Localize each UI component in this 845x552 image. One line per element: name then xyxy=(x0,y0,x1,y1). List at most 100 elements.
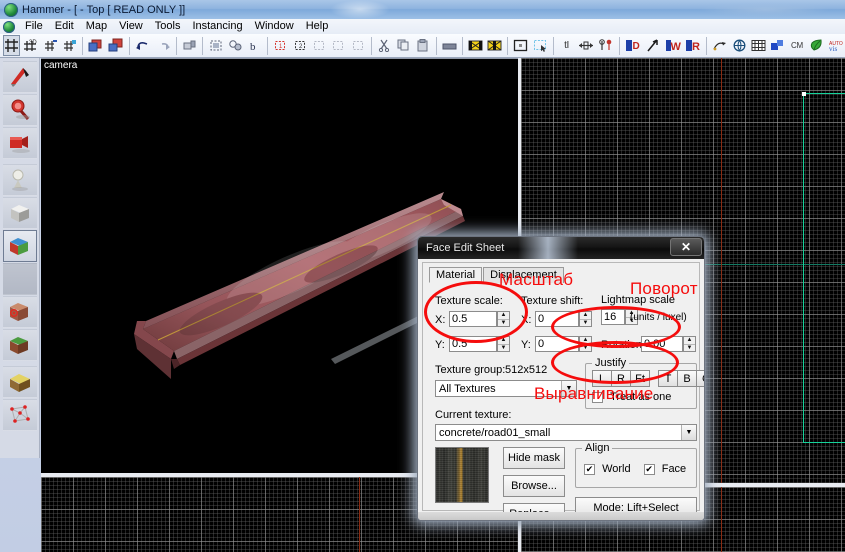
model-browser-icon[interactable] xyxy=(730,35,747,56)
browse-button[interactable]: Browse... xyxy=(503,475,565,497)
main-toolbar: 3D b 1 2 tI D W R CM AUTO vis xyxy=(0,34,845,58)
texture-application-icon[interactable] xyxy=(467,35,484,56)
tab-displacement[interactable]: Displacement xyxy=(483,267,564,283)
selected-brush-outline[interactable] xyxy=(803,93,845,443)
menu-item-help[interactable]: Help xyxy=(300,19,335,34)
tab-material[interactable]: Material xyxy=(429,267,483,283)
texture-group-select[interactable]: All Textures ▼ xyxy=(435,380,577,397)
justify-right-button[interactable]: R xyxy=(611,370,631,387)
justify-center-button[interactable]: C xyxy=(696,370,704,387)
rotation-input[interactable]: 0.00 xyxy=(641,336,683,352)
texture-scale-y-spinner[interactable]: ▲ ▼ xyxy=(497,336,510,352)
paste-icon[interactable] xyxy=(414,35,431,56)
carve-icon[interactable] xyxy=(181,35,198,56)
menu-item-tools[interactable]: Tools xyxy=(149,19,187,34)
rotation-spinner[interactable]: ▲ ▼ xyxy=(683,336,696,352)
paint-tool-icon[interactable] xyxy=(597,35,615,56)
group-selection-icon[interactable] xyxy=(207,35,224,56)
block-tool[interactable] xyxy=(3,197,37,229)
group-icon[interactable] xyxy=(87,35,105,56)
menu-item-edit[interactable]: Edit xyxy=(49,19,80,34)
hide-mask-button[interactable]: Hide mask xyxy=(503,447,565,469)
treat-as-one-row[interactable]: Treat as one xyxy=(592,391,671,403)
texture-preview-noise xyxy=(436,448,488,502)
close-icon[interactable]: ✕ xyxy=(670,238,702,256)
select-pointer-icon[interactable] xyxy=(532,35,549,56)
texture-shift-y-spinner[interactable]: ▲ ▼ xyxy=(579,336,592,352)
paint-alpha-icon[interactable]: R xyxy=(684,35,702,56)
apply-decals-tool[interactable] xyxy=(3,296,37,328)
cordon-manager-icon[interactable]: CM xyxy=(788,35,805,56)
cordon-tool-icon[interactable]: 1 xyxy=(272,35,289,56)
hide-selected-icon[interactable]: b xyxy=(246,35,263,56)
texture-lock-icon[interactable] xyxy=(441,35,458,56)
title-bar: Hammer - [ - Top [ READ ONLY ]] xyxy=(0,0,845,19)
texture-scale-lock-icon[interactable] xyxy=(486,35,503,56)
texture-preview[interactable] xyxy=(435,447,489,503)
menu-item-view[interactable]: View xyxy=(113,19,149,34)
displacement-icon[interactable]: D xyxy=(624,35,642,56)
sculpt-icon[interactable] xyxy=(644,35,662,56)
apply-decals-icon[interactable] xyxy=(577,35,595,56)
align-face-checkbox[interactable]: ✔ xyxy=(643,463,655,475)
svg-text:1: 1 xyxy=(279,44,283,50)
texture-shift-y-input[interactable]: 0 xyxy=(535,336,579,352)
selection-tool[interactable] xyxy=(3,61,37,93)
justify-left-button[interactable]: L xyxy=(592,370,612,387)
menu-item-map[interactable]: Map xyxy=(80,19,113,34)
texture-scale-x-spinner[interactable]: ▲ ▼ xyxy=(497,311,510,327)
justify-fit-button[interactable]: Ft xyxy=(630,370,650,387)
grid-toggle-icon[interactable] xyxy=(3,35,21,56)
entity-report-icon[interactable] xyxy=(769,35,786,56)
justify-top-button[interactable]: T xyxy=(658,370,678,387)
clipping-tool[interactable] xyxy=(3,366,37,398)
texture-scale-y-input[interactable]: 0.5 xyxy=(449,336,497,352)
window-title: Hammer - [ - Top [ READ ONLY ]] xyxy=(22,3,186,16)
grid-3d-icon[interactable]: 3D xyxy=(22,35,39,56)
grid-axis-y xyxy=(359,477,360,552)
cut-icon[interactable] xyxy=(376,35,393,56)
chevron-down-icon[interactable]: ▼ xyxy=(561,381,576,396)
align-world-checkbox[interactable]: ✔ xyxy=(584,463,595,475)
toggle-helpers-icon[interactable] xyxy=(311,35,328,56)
run-map-icon[interactable] xyxy=(711,35,728,56)
show-hidden-icon[interactable]: 2 xyxy=(292,35,309,56)
texture-scale-x-input[interactable]: 0.5 xyxy=(449,311,497,327)
grid-smaller-icon[interactable] xyxy=(42,35,59,56)
menu-item-window[interactable]: Window xyxy=(249,19,300,34)
treat-as-one-checkbox[interactable] xyxy=(592,391,603,403)
texture-scale-y-label: Y: xyxy=(435,339,445,351)
menu-item-instancing[interactable]: Instancing xyxy=(186,19,248,34)
current-texture-select[interactable]: concrete/road01_small ▼ xyxy=(435,424,697,441)
leaf-portal-icon[interactable] xyxy=(808,35,825,56)
ungroup-icon[interactable] xyxy=(107,35,125,56)
texture-application-tool[interactable] xyxy=(3,230,37,262)
chevron-down-icon[interactable]: ▼ xyxy=(681,425,696,440)
apply-decal-tool[interactable] xyxy=(3,329,37,361)
undo-icon[interactable] xyxy=(134,35,152,56)
toggle-entities-icon[interactable] xyxy=(349,35,366,56)
justify-bottom-button[interactable]: B xyxy=(677,370,697,387)
redo-icon[interactable] xyxy=(154,35,172,56)
toolbar-separator xyxy=(619,36,621,55)
text-tool-icon[interactable]: tI xyxy=(558,35,575,56)
menu-item-file[interactable]: File xyxy=(19,19,49,34)
dialog-title-bar[interactable]: Face Edit Sheet ✕ xyxy=(418,237,704,259)
paint-geo-icon[interactable]: W xyxy=(664,35,682,56)
grid-larger-icon[interactable] xyxy=(61,35,78,56)
texture-shift-x-input[interactable]: 0 xyxy=(535,311,579,327)
brush-handle[interactable] xyxy=(802,92,806,96)
palette-separator xyxy=(0,362,39,365)
lightmap-scale-input[interactable]: 16 xyxy=(601,309,625,325)
texture-browser-icon[interactable] xyxy=(750,35,767,56)
ignore-groups-icon[interactable] xyxy=(227,35,244,56)
select-box-icon[interactable] xyxy=(512,35,529,56)
texture-shift-x-spinner[interactable]: ▲ ▼ xyxy=(579,311,592,327)
vertex-tool[interactable] xyxy=(3,399,37,431)
copy-icon[interactable] xyxy=(395,35,412,56)
magnify-tool[interactable] xyxy=(3,94,37,126)
camera-tool[interactable] xyxy=(3,127,37,159)
autovis-icon[interactable]: AUTO vis xyxy=(827,35,844,56)
entity-tool[interactable] xyxy=(3,164,37,196)
toggle-models-icon[interactable] xyxy=(330,35,347,56)
